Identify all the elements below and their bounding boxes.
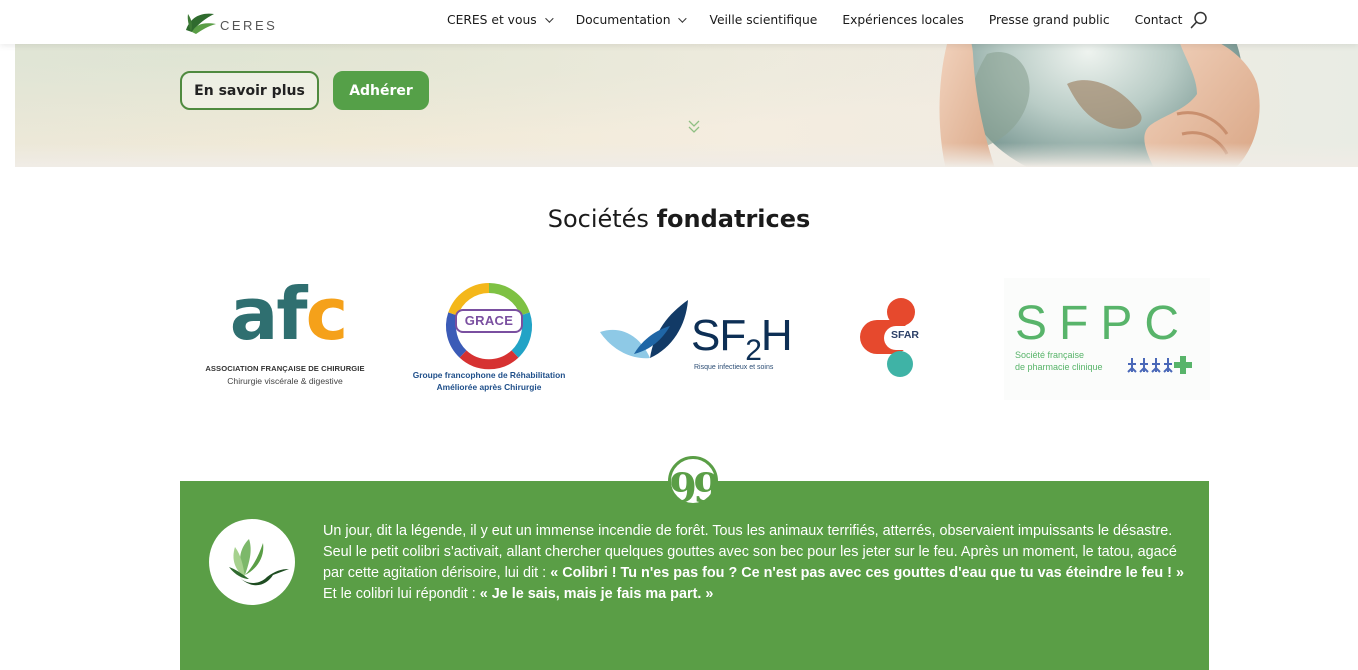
afc-letters: afc xyxy=(213,278,363,350)
sfpc-line1: Société française xyxy=(1015,350,1085,360)
sf2h-word-2: 2 xyxy=(745,334,762,367)
sf2h-word: SF2H xyxy=(691,311,793,367)
sf2h-word-h: H xyxy=(760,311,793,360)
nav-item-ceres-et-vous[interactable]: CERES et vous xyxy=(447,13,554,27)
nav-item-contact[interactable]: Contact xyxy=(1135,13,1183,27)
sf2h-leaf-icon xyxy=(600,300,688,359)
nav-item-documentation[interactable]: Documentation xyxy=(575,13,688,27)
nav-label: Expériences locales xyxy=(842,13,964,27)
colibri-avatar xyxy=(209,519,295,605)
sfpc-line2: de pharmacie clinique xyxy=(1015,362,1103,372)
sfar-word: SFAR xyxy=(891,329,920,341)
chevron-down-icon xyxy=(544,14,554,23)
logo-text: CERES xyxy=(220,17,278,33)
nav-label: Veille scientifique xyxy=(709,13,818,27)
grace-line2: Améliorée après Chirurgie xyxy=(436,382,542,392)
nav-label: Documentation xyxy=(575,13,671,27)
chevron-down-icon xyxy=(678,14,688,23)
quote-glyph: 99 xyxy=(669,465,721,512)
grace-line1: Groupe francophone de Réhabilitation xyxy=(412,370,566,380)
afc-letters-c: c xyxy=(305,272,349,356)
afc-letters-af: af xyxy=(229,272,308,356)
hero-fade xyxy=(15,143,1358,167)
nav-label: Contact xyxy=(1134,13,1183,27)
search-icon[interactable] xyxy=(1190,11,1208,29)
sf2h-logo[interactable]: SF2H Risque infectieux et soins xyxy=(598,296,798,380)
nav-item-veille-scientifique[interactable]: Veille scientifique xyxy=(709,13,817,27)
learn-more-button[interactable]: En savoir plus xyxy=(180,71,319,110)
sf2h-subtitle: Risque infectieux et soins xyxy=(694,364,774,371)
hero-banner: En savoir plus Adhérer xyxy=(15,44,1358,167)
nav-item-presse-grand-public[interactable]: Presse grand public xyxy=(989,13,1110,27)
sfpc-logo[interactable]: SFPC Société française de pharmacie clin… xyxy=(1004,278,1210,400)
afc-logo[interactable]: afc ASSOCIATION FRANÇAISE DE CHIRURGIE C… xyxy=(195,278,375,398)
leaf-logo-icon xyxy=(186,13,216,34)
nav-label: CERES et vous xyxy=(447,13,537,27)
title-bold: fondatrices xyxy=(656,205,811,233)
main-nav: CERES et vous Documentation Veille scien… xyxy=(447,0,1207,40)
title-light: Sociétés xyxy=(547,205,649,233)
sfpc-word: SFPC xyxy=(1015,297,1192,350)
afc-line2: Chirurgie viscérale & digestive xyxy=(227,376,343,386)
ceres-logo[interactable]: CERES xyxy=(184,6,277,36)
sfar-logo[interactable]: SFAR xyxy=(856,294,946,384)
grace-logo[interactable]: GRACE Groupe francophone de Réhabilitati… xyxy=(398,282,580,398)
double-chevron-down-icon[interactable] xyxy=(687,118,701,136)
nav-label: Presse grand public xyxy=(988,13,1110,27)
hummingbird-icon xyxy=(229,539,289,586)
sf2h-word-sf: SF xyxy=(691,311,746,360)
quote-p2: Et le colibri lui répondit : xyxy=(323,586,480,602)
nav-item-experiences-locales[interactable]: Expériences locales xyxy=(842,13,964,27)
quote-p1-bold: « Colibri ! Tu n'es pas fou ? Ce n'est p… xyxy=(550,565,1184,581)
join-button[interactable]: Adhérer xyxy=(333,71,429,110)
sfpc-people-cross-icon xyxy=(1127,356,1192,374)
section-title: Sociétés fondatrices xyxy=(0,205,1358,233)
quote-p2-bold: « Je le sais, mais je fais ma part. » xyxy=(479,586,714,602)
quote-icon: 99 xyxy=(668,456,721,512)
quote-text: Un jour, dit la légende, il y eut un imm… xyxy=(323,521,1193,605)
grace-word: GRACE xyxy=(464,313,514,328)
afc-line1: ASSOCIATION FRANÇAISE DE CHIRURGIE xyxy=(205,364,365,373)
site-header: CERES CERES et vous Documentation Veille… xyxy=(0,0,1358,44)
